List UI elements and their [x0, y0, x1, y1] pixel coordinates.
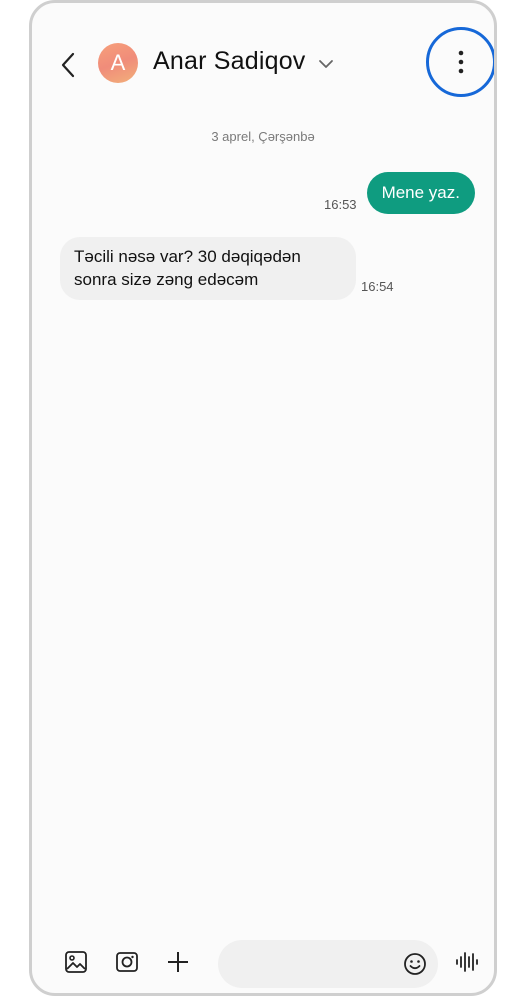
conversation-header: A Anar Sadiqov	[32, 3, 494, 123]
image-icon	[65, 951, 87, 973]
plus-icon	[168, 952, 188, 972]
message-input[interactable]	[234, 940, 388, 990]
gallery-button[interactable]	[61, 947, 91, 977]
voice-waveform-icon	[456, 952, 478, 972]
contact-name[interactable]: Anar Sadiqov	[153, 47, 306, 76]
camera-icon	[116, 952, 138, 972]
voice-record-button[interactable]	[452, 947, 482, 977]
message-input-container[interactable]	[218, 940, 438, 990]
outgoing-message[interactable]: Mene yaz.	[366, 172, 475, 214]
contact-dropdown-button[interactable]	[318, 57, 334, 69]
add-attachment-button[interactable]	[163, 947, 193, 977]
composer-bar	[32, 933, 494, 993]
more-vertical-icon	[458, 50, 464, 74]
incoming-message[interactable]: Təcili nəsə var? 30 dəqiqədən sonra sizə…	[60, 237, 356, 300]
camera-button[interactable]	[112, 947, 142, 977]
date-separator: 3 aprel, Çərşənbə	[211, 129, 315, 144]
message-time: 16:54	[361, 279, 394, 294]
smiley-icon	[404, 953, 426, 975]
chevron-left-icon	[61, 52, 75, 78]
chevron-down-icon	[319, 60, 333, 68]
back-button[interactable]	[56, 49, 80, 81]
emoji-button[interactable]	[402, 951, 428, 977]
avatar[interactable]: A	[98, 43, 138, 83]
avatar-letter: A	[110, 50, 126, 75]
more-options-button[interactable]	[426, 27, 494, 97]
phone-frame: A Anar Sadiqov 3 aprel, Çərşənbə Mene ya…	[29, 0, 497, 996]
message-time: 16:53	[324, 197, 357, 212]
